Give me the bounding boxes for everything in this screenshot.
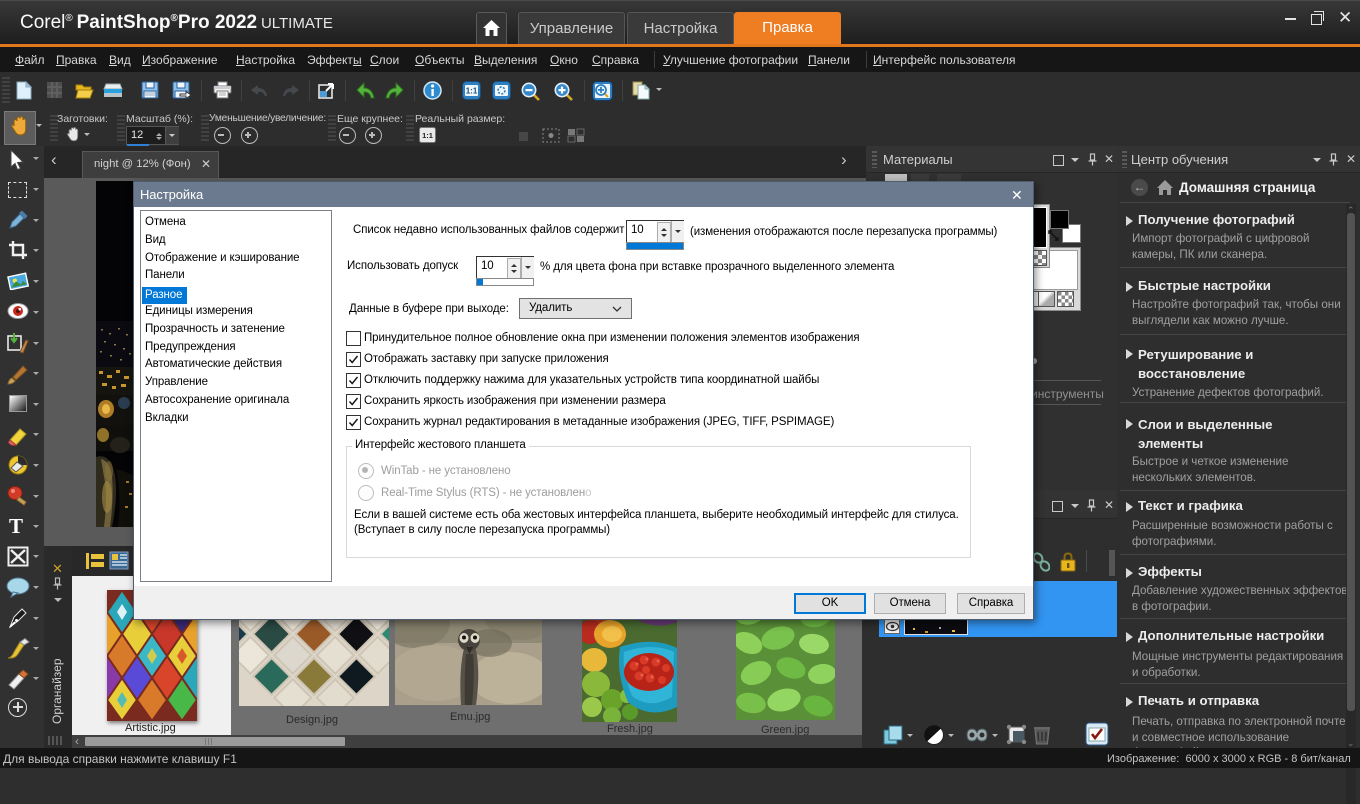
svg-text:1:1: 1:1 — [422, 131, 433, 140]
svg-text:1:1: 1:1 — [466, 87, 478, 96]
